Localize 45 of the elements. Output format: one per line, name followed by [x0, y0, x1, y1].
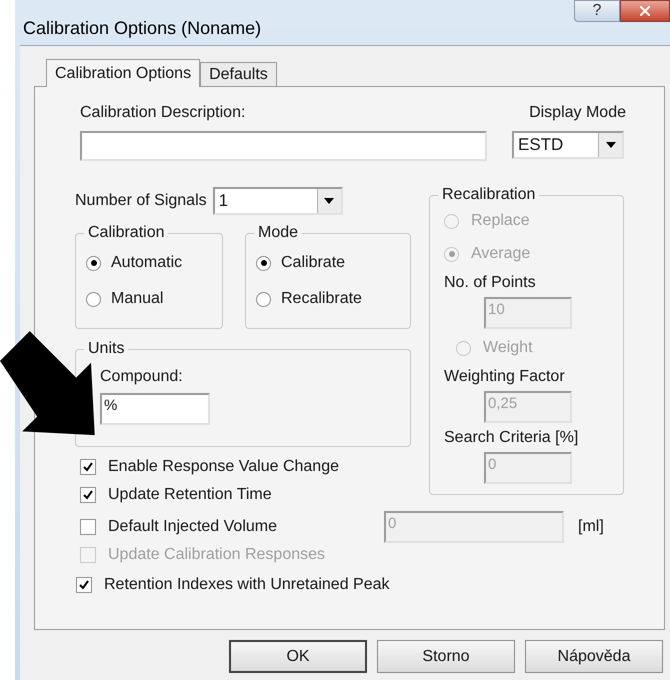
field-label: Number of Signals: [75, 191, 207, 211]
checkbox[interactable]: [80, 459, 96, 475]
dropdown[interactable]: ESTD: [512, 131, 624, 159]
description-field[interactable]: [80, 131, 487, 161]
radio-button[interactable]: [256, 292, 271, 306]
radio-label: Automatic: [111, 253, 182, 273]
checkbox-label: Retention Indexes with Unretained Peak: [104, 575, 390, 595]
help-button[interactable]: ?: [574, 0, 620, 22]
checkbox-label: Update Retention Time: [108, 485, 272, 505]
checkbox[interactable]: [80, 519, 96, 535]
tab[interactable]: Defaults: [200, 62, 277, 86]
group-title: Units: [87, 339, 126, 359]
dialog-button[interactable]: Storno: [377, 640, 515, 673]
field-label: Search Criteria [%]: [444, 428, 580, 448]
window-title: Calibration Options (Noname): [23, 17, 262, 40]
checkbox[interactable]: [80, 487, 96, 503]
field-label: Display Mode: [529, 103, 626, 123]
dropdown[interactable]: 1: [212, 187, 343, 215]
checkbox-label: Default Injected Volume: [108, 517, 277, 537]
group-title: Calibration: [87, 223, 166, 243]
tab[interactable]: Calibration Options: [46, 59, 200, 87]
group-title: Mode: [257, 223, 300, 243]
radio-label: Recalibrate: [281, 289, 362, 309]
radio-button[interactable]: [86, 292, 101, 306]
field-label: No. of Points: [444, 273, 537, 293]
field-label: Calibration Description:: [80, 103, 246, 123]
close-button[interactable]: [620, 0, 670, 22]
dialog-button[interactable]: OK: [229, 640, 367, 673]
radio-button[interactable]: [256, 256, 271, 270]
radio-label: Average: [471, 244, 530, 264]
close-icon: [637, 3, 653, 19]
radio-label: Weight: [483, 338, 533, 358]
radio-label: Manual: [111, 289, 164, 309]
radio-label: Replace: [471, 211, 530, 231]
checkbox-label: Update Calibration Responses: [108, 545, 326, 565]
unit-label: [ml]: [578, 517, 604, 537]
field-label: Weighting Factor: [444, 367, 566, 387]
checkbox-label: Enable Response Value Change: [108, 457, 339, 477]
group-title: Recalibration: [441, 185, 536, 205]
dialog-button[interactable]: Nápověda: [525, 640, 663, 673]
checkbox[interactable]: [76, 577, 92, 593]
compound-field[interactable]: %: [100, 393, 210, 425]
field-label: Compound:: [100, 367, 184, 387]
radio-button[interactable]: [86, 256, 101, 270]
radio-label: Calibrate: [281, 253, 346, 273]
